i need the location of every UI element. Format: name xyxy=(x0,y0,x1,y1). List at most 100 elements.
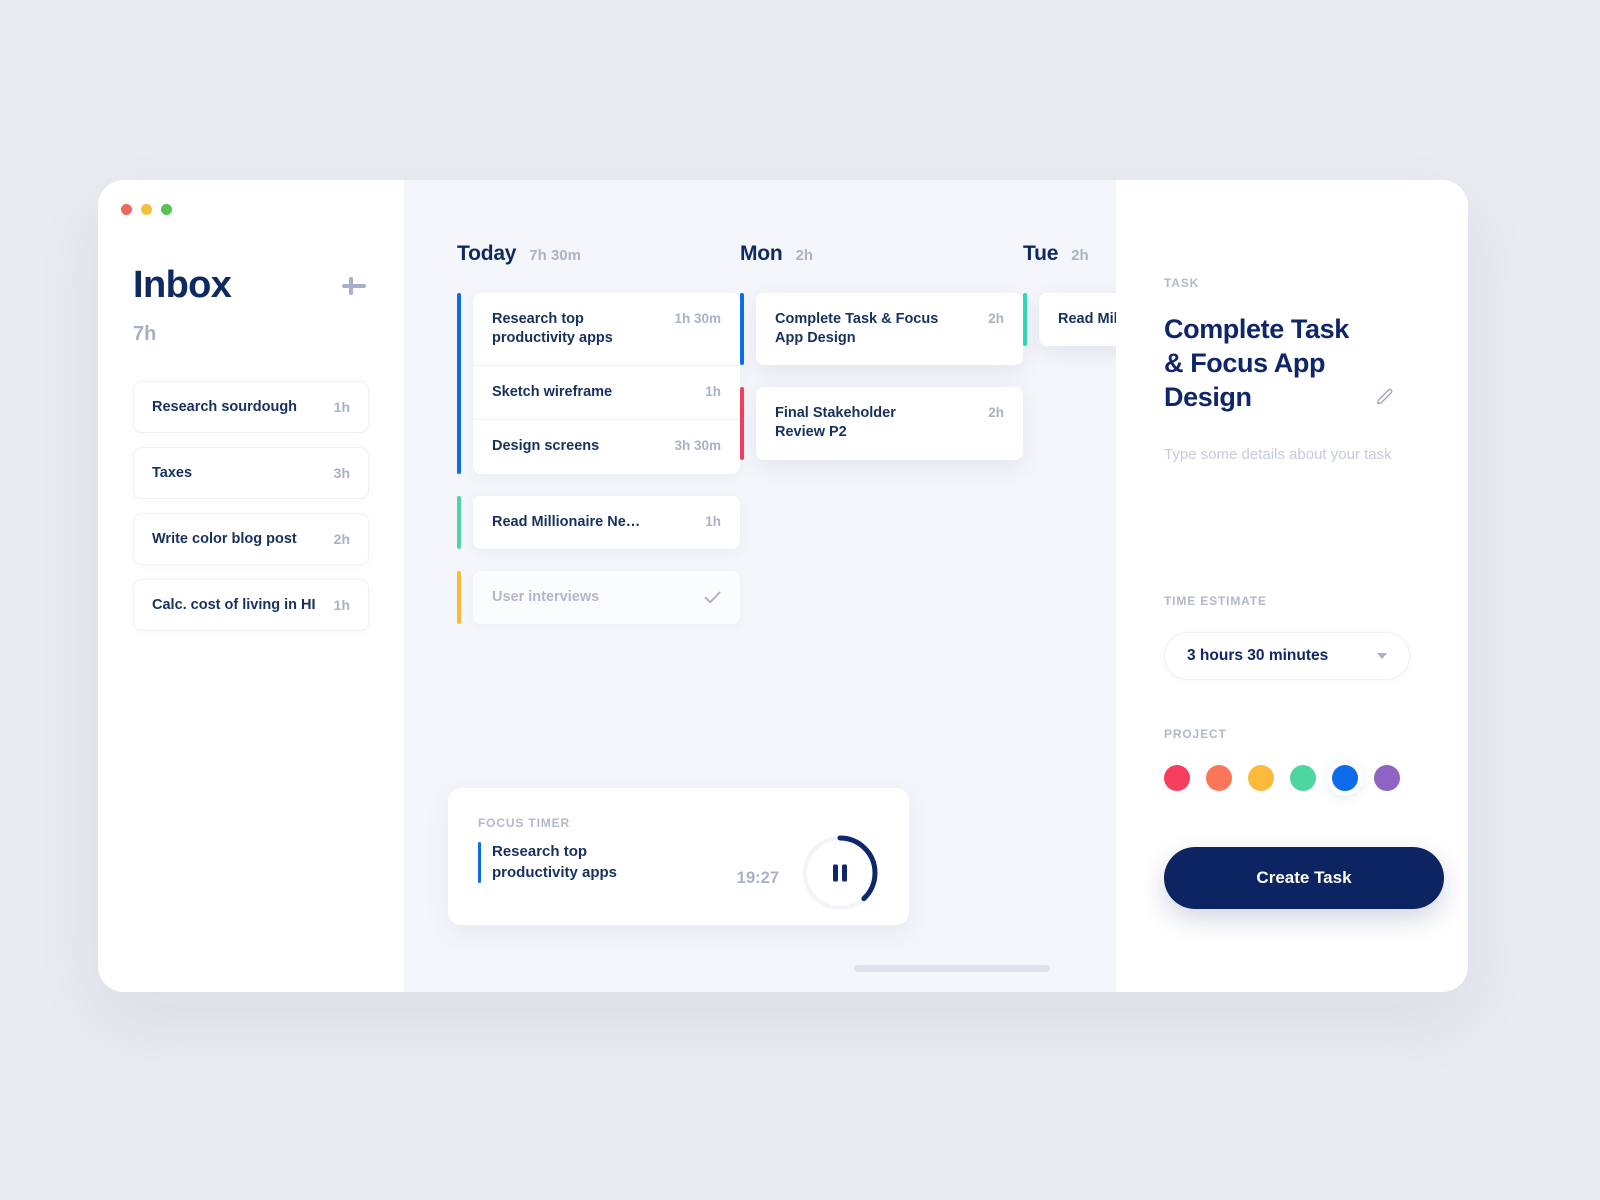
focus-timer-card: FOCUS TIMER Research top productivity ap… xyxy=(448,788,909,925)
focus-timer-info: FOCUS TIMER Research top productivity ap… xyxy=(478,816,657,884)
task-card-row[interactable]: Design screens 3h 30m xyxy=(473,419,740,473)
task-card-title: Final Stakeholder Review P2 xyxy=(775,405,896,441)
task-card-time: 1h xyxy=(705,384,721,400)
color-dot xyxy=(1206,765,1232,792)
task-card-row[interactable]: Sketch wireframe 1h xyxy=(473,365,740,419)
task-card-group: Read Millionaire Next D… 1h xyxy=(457,495,740,549)
task-card-time: 2h xyxy=(988,405,1004,421)
project-color-amber[interactable] xyxy=(1248,765,1274,792)
check-icon[interactable] xyxy=(704,589,721,606)
project-color-coral[interactable] xyxy=(1206,765,1232,792)
task-card-row[interactable]: Read Millionai xyxy=(1039,293,1116,346)
task-notes-input[interactable]: Type some details about your task xyxy=(1164,446,1420,576)
chevron-down-icon xyxy=(1377,653,1387,660)
inbox-list-item[interactable]: Calc. cost of living in HI 1h xyxy=(133,579,369,631)
color-dot xyxy=(1164,765,1190,792)
inbox-list-item[interactable]: Research sourdough 1h xyxy=(133,381,369,433)
inbox-item-time: 2h xyxy=(333,531,350,547)
inbox-item-title: Taxes xyxy=(152,465,193,481)
task-card-group: Final Stakeholder Review P2 2h xyxy=(740,387,1023,460)
color-dot xyxy=(1332,765,1358,792)
color-dot xyxy=(1248,765,1274,792)
task-card-row[interactable]: Complete Task & Focus App Design 2h xyxy=(756,293,1023,365)
card-accent-bar xyxy=(457,293,461,474)
board-horizontal-scrollbar[interactable] xyxy=(854,965,1050,972)
focus-timer-accent-bar xyxy=(478,842,481,884)
column-header: Mon 2h xyxy=(740,242,1023,266)
task-title-row: Complete Task & Focus App Design xyxy=(1164,312,1420,414)
focus-timer-label: FOCUS TIMER xyxy=(478,816,571,830)
card-accent-bar xyxy=(457,570,461,624)
pencil-icon[interactable] xyxy=(1376,385,1396,405)
task-card-title: Complete Task & Focus App Design xyxy=(775,311,939,347)
project-color-blue[interactable] xyxy=(1332,765,1358,792)
board-column: Mon 2h Complete Task & Focus App Design 2h F… xyxy=(740,242,1023,646)
focus-timer-task-wrap: Research top productivity apps xyxy=(478,842,657,884)
column-total-time: 2h xyxy=(795,247,814,264)
task-card: User interviews xyxy=(473,570,740,624)
card-accent-bar xyxy=(740,387,744,460)
inbox-item-title: Calc. cost of living in HI xyxy=(152,597,316,613)
app-window: Inbox 7h Research sourdough 1h Taxes 3h Writ… xyxy=(98,180,1468,992)
task-card-row[interactable]: Research top productivity apps 1h 30m xyxy=(473,293,740,365)
project-color-green[interactable] xyxy=(1290,765,1316,792)
task-card-title: Sketch wireframe xyxy=(492,384,613,401)
column-title: Mon xyxy=(740,242,783,265)
column-header: Tue 2h xyxy=(1023,242,1116,266)
inbox-item-time: 1h xyxy=(333,399,350,415)
column-title: Tue xyxy=(1023,242,1059,265)
time-estimate-value: 3 hours 30 minutes xyxy=(1187,647,1329,665)
task-card-row[interactable]: User interviews xyxy=(473,571,740,624)
task-card-group: Read Millionai xyxy=(1023,293,1116,347)
inbox-list-item[interactable]: Taxes 3h xyxy=(133,447,369,499)
card-accent-bar xyxy=(740,293,744,366)
inbox-list-item[interactable]: Write color blog post 2h xyxy=(133,513,369,565)
color-dot xyxy=(1290,765,1316,792)
task-card-title: Research top productivity apps xyxy=(492,311,613,347)
create-task-button[interactable]: Create Task xyxy=(1164,847,1444,910)
column-header: Today 7h 30m xyxy=(457,242,740,266)
time-estimate-select[interactable]: 3 hours 30 minutes xyxy=(1164,632,1410,681)
task-card-title: User interviews xyxy=(492,588,600,605)
maximize-window-icon[interactable] xyxy=(161,204,172,215)
add-task-plus-icon[interactable] xyxy=(339,271,369,301)
focus-timer-pause-button[interactable] xyxy=(801,834,879,912)
task-card-time: 1h 30m xyxy=(674,311,721,326)
task-card-time: 1h xyxy=(705,513,721,529)
task-card: Research top productivity apps 1h 30m Sket… xyxy=(473,293,740,474)
task-title: Complete Task & Focus App Design xyxy=(1164,314,1349,413)
task-card-row[interactable]: Final Stakeholder Review P2 2h xyxy=(756,387,1023,459)
column-total-time: 2h xyxy=(1071,247,1089,264)
task-card-group: User interviews xyxy=(457,570,740,624)
inbox-item-time: 3h xyxy=(333,465,350,481)
task-card-row[interactable]: Read Millionaire Next D… 1h xyxy=(473,496,740,549)
board-columns: Today 7h 30m Research top productivity app… xyxy=(404,180,1116,646)
task-card: Read Millionaire Next D… 1h xyxy=(473,495,740,549)
inbox-item-time: 1h xyxy=(333,597,350,613)
task-card-group: Research top productivity apps 1h 30m Sket… xyxy=(457,293,740,474)
time-estimate-label: TIME ESTIMATE xyxy=(1164,594,1267,609)
task-card-title: Design screens xyxy=(492,438,600,455)
task-section-label: TASK xyxy=(1164,276,1200,290)
task-card-title: Read Millionai xyxy=(1058,311,1116,327)
minimize-window-icon[interactable] xyxy=(141,204,152,215)
column-title: Today xyxy=(457,242,517,265)
project-color-purple[interactable] xyxy=(1374,765,1400,792)
column-total-time: 7h 30m xyxy=(529,247,581,264)
project-color-swatches xyxy=(1164,765,1420,792)
close-window-icon[interactable] xyxy=(121,204,132,215)
board: Today 7h 30m Research top productivity app… xyxy=(404,180,1116,992)
project-color-crimson[interactable] xyxy=(1164,765,1190,792)
sidebar: Inbox 7h Research sourdough 1h Taxes 3h Writ… xyxy=(98,180,404,992)
focus-timer-task-title: Research top productivity apps xyxy=(492,843,618,881)
board-column: Today 7h 30m Research top productivity app… xyxy=(457,242,740,646)
inbox-header: Inbox xyxy=(133,180,369,307)
window-traffic-lights xyxy=(121,204,172,215)
task-detail-panel: TASK Complete Task & Focus App Design Ty… xyxy=(1116,180,1468,992)
task-card-title: Read Millionaire Next D… xyxy=(492,513,642,530)
inbox-total-time: 7h xyxy=(133,323,157,345)
board-column: Tue 2h Read Millionai xyxy=(1023,242,1116,646)
project-label: PROJECT xyxy=(1164,727,1227,742)
task-card-time: 2h xyxy=(988,311,1004,326)
focus-timer-elapsed-time: 19:27 xyxy=(736,868,779,887)
